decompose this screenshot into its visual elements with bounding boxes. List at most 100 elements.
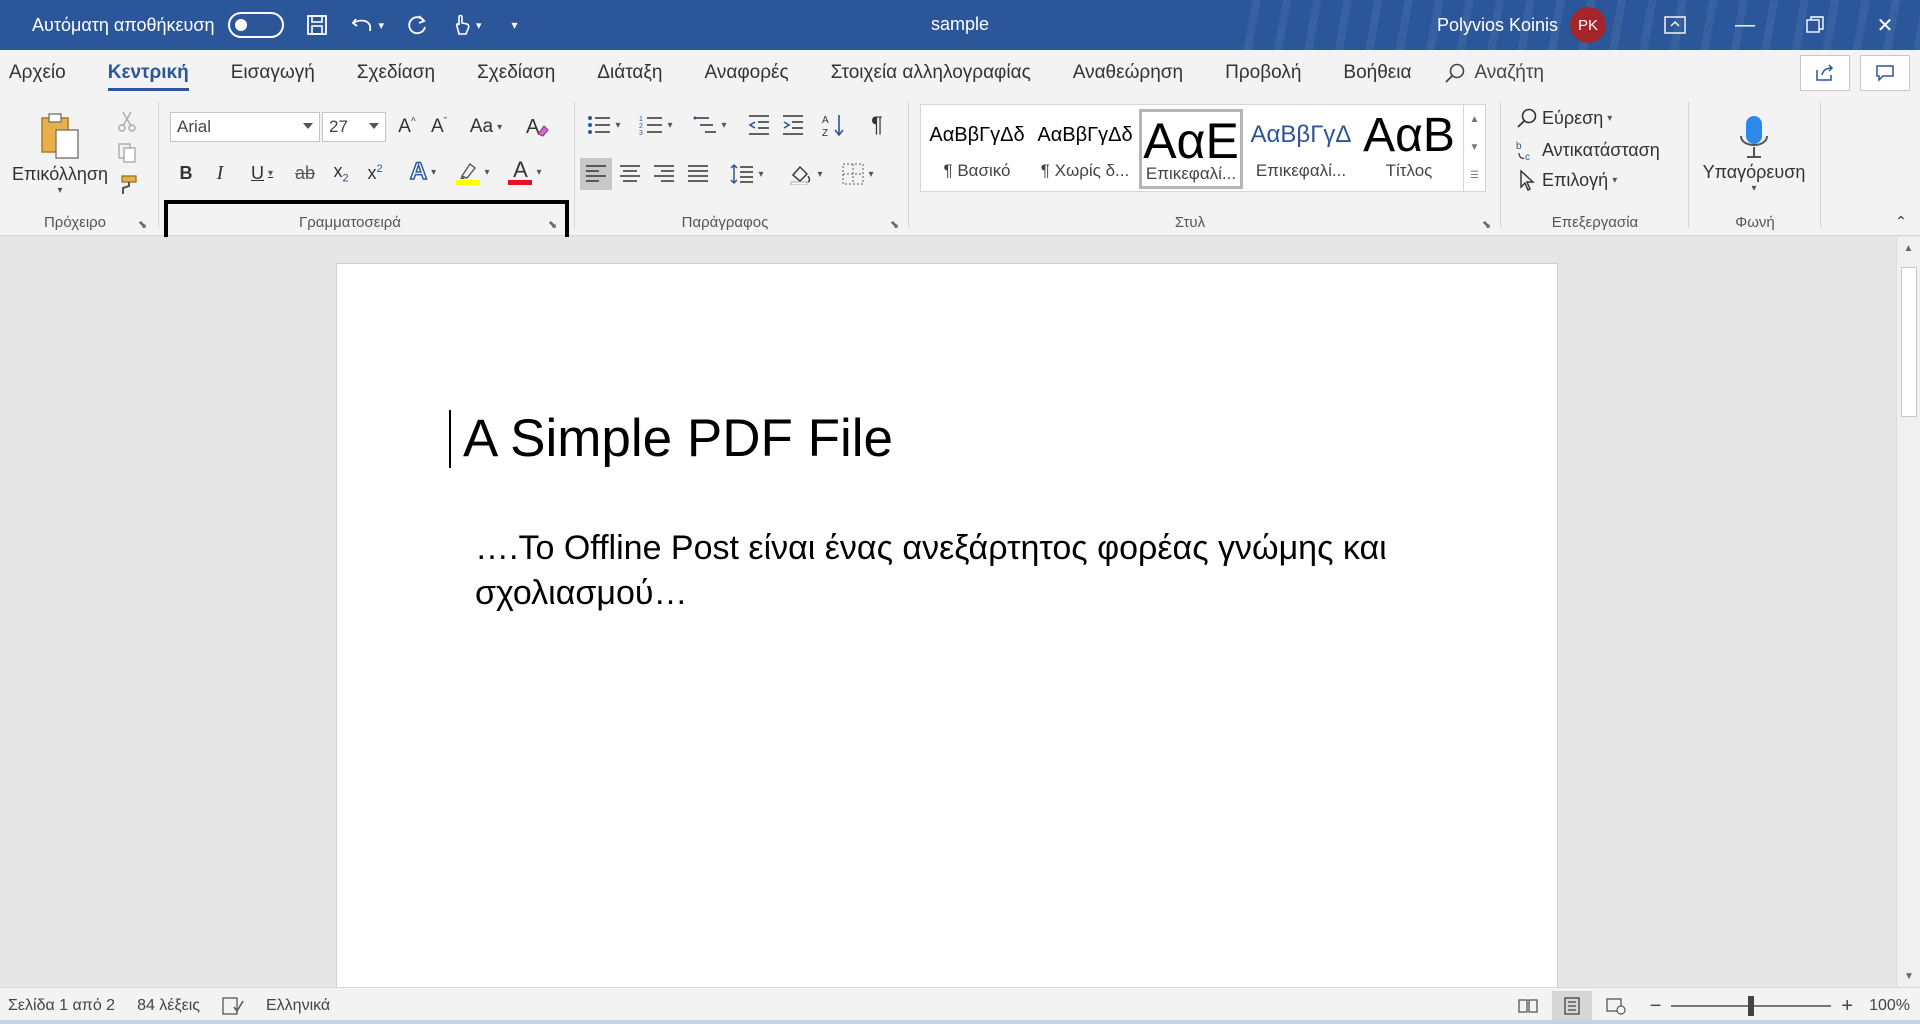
document-paragraph[interactable]: ….Το Offline Post είναι ένας ανεξάρτητος… (475, 526, 1435, 616)
tab-file[interactable]: Αρχείο (9, 50, 66, 96)
strikethrough-button[interactable]: ab (290, 158, 320, 188)
touch-mode-button[interactable]: ▾ (450, 7, 482, 43)
italic-button[interactable]: I (206, 158, 234, 188)
font-name-box[interactable]: Arial (170, 112, 320, 142)
shading-button[interactable]: ▾ (784, 158, 828, 190)
gallery-up-icon[interactable]: ▲ (1464, 105, 1485, 133)
superscript-button[interactable]: x2 (360, 158, 390, 188)
decrease-indent-button[interactable] (744, 110, 774, 140)
show-formatting-button[interactable]: ¶ (862, 110, 892, 140)
font-size-dropdown-icon[interactable] (369, 123, 379, 129)
scroll-up-icon[interactable]: ▲ (1897, 237, 1920, 259)
touch-dropdown-icon[interactable]: ▾ (476, 19, 482, 32)
zoom-in-icon[interactable]: + (1841, 995, 1853, 1018)
tab-home[interactable]: Κεντρική (107, 50, 189, 96)
sort-button[interactable]: AZ (818, 110, 850, 140)
read-mode-button[interactable] (1508, 991, 1548, 1021)
page-count[interactable]: Σελίδα 1 από 2 (8, 997, 115, 1015)
style-heading-2-sample: ΑαΒβΓγΔ (1250, 121, 1352, 148)
tab-help[interactable]: Βοήθεια (1343, 50, 1411, 96)
tab-view[interactable]: Προβολή (1225, 50, 1301, 96)
tab-review[interactable]: Αναθεώρηση (1073, 50, 1183, 96)
search-box[interactable]: Αναζήτη (1444, 62, 1544, 84)
style-heading-1[interactable]: ΑαΕ Επικεφαλί... (1139, 109, 1243, 189)
document-heading[interactable]: A Simple PDF File (463, 408, 893, 469)
language[interactable]: Ελληνικά (266, 997, 330, 1015)
change-case-button[interactable]: Aa ▾ (464, 112, 508, 142)
line-spacing-button[interactable]: ▾ (726, 158, 768, 190)
paragraph-launcher-icon[interactable]: ⬊ (890, 218, 899, 231)
style-normal[interactable]: ΑαΒβΓγΔδ ¶ Βασικό (925, 109, 1029, 189)
undo-dropdown-icon[interactable]: ▾ (378, 19, 384, 32)
avatar[interactable]: PK (1570, 7, 1606, 43)
cut-button[interactable] (112, 108, 142, 134)
redo-button[interactable] (402, 7, 432, 43)
select-button[interactable]: Επιλογή ▾ (1516, 166, 1617, 194)
justify-button[interactable] (682, 158, 714, 190)
borders-button[interactable]: ▾ (836, 158, 880, 190)
user-name[interactable]: Polyvios Koinis (1437, 15, 1558, 36)
tab-layout[interactable]: Διάταξη (597, 50, 662, 96)
gallery-down-icon[interactable]: ▼ (1464, 133, 1485, 161)
find-button[interactable]: Εύρεση ▾ (1516, 104, 1612, 132)
customize-qat-button[interactable]: ▾ (500, 7, 530, 43)
proofing-status[interactable] (222, 997, 244, 1015)
grow-font-button[interactable]: A^ (392, 112, 422, 142)
font-name-dropdown-icon[interactable] (303, 123, 313, 129)
zoom-slider-thumb[interactable] (1748, 996, 1755, 1016)
tab-insert[interactable]: Εισαγωγή (231, 50, 315, 96)
subscript-button[interactable]: x2 (326, 158, 356, 188)
save-button[interactable] (302, 7, 332, 43)
style-title[interactable]: ΑαΒ Τίτλος (1357, 109, 1461, 189)
numbering-button[interactable]: 1 2 3 ▾ (634, 110, 678, 140)
text-effects-button[interactable]: A ▾ (402, 156, 444, 188)
style-heading-2[interactable]: ΑαΒβΓγΔ Επικεφαλί... (1249, 109, 1353, 189)
restore-button[interactable] (1780, 0, 1850, 50)
undo-button[interactable]: ▾ (350, 7, 384, 43)
collapse-ribbon-button[interactable]: ⌃ (1890, 212, 1912, 230)
clipboard-launcher-icon[interactable]: ⬊ (138, 218, 147, 231)
format-painter-button[interactable] (112, 172, 142, 198)
print-layout-button[interactable] (1551, 991, 1592, 1021)
paste-button[interactable]: Επικόλληση ▾ (12, 104, 108, 204)
style-no-spacing[interactable]: ΑαΒβΓγΔδ ¶ Χωρίς δ... (1033, 109, 1137, 189)
highlight-color-button[interactable]: ▾ (450, 156, 496, 188)
comments-button[interactable] (1860, 55, 1910, 91)
word-count[interactable]: 84 λέξεις (137, 997, 200, 1015)
scroll-thumb[interactable] (1901, 267, 1917, 417)
minimize-button[interactable]: — (1710, 0, 1780, 50)
autosave-toggle[interactable] (228, 12, 285, 38)
zoom-slider[interactable] (1671, 996, 1832, 1016)
styles-launcher-icon[interactable]: ⬊ (1482, 218, 1491, 231)
tab-mailings[interactable]: Στοιχεία αλληλογραφίας (831, 50, 1031, 96)
bold-button[interactable]: B (172, 158, 200, 188)
ribbon-display-options-button[interactable] (1640, 0, 1710, 50)
underline-button[interactable]: U ▾ (240, 158, 284, 188)
zoom-level[interactable]: 100% (1869, 997, 1910, 1015)
increase-indent-button[interactable] (778, 110, 808, 140)
align-right-button[interactable] (648, 158, 680, 190)
tab-references[interactable]: Αναφορές (705, 50, 789, 96)
web-layout-button[interactable] (1596, 991, 1636, 1021)
document-page[interactable]: A Simple PDF File ….Το Offline Post είνα… (336, 263, 1558, 987)
multilevel-list-button[interactable]: ▾ (688, 110, 732, 140)
numbering-icon: 123 (639, 116, 663, 136)
font-size-box[interactable]: 27 (322, 112, 386, 142)
dictate-button[interactable]: Υπαγόρευση ▾ (1698, 104, 1810, 204)
tab-design[interactable]: Σχεδίαση (477, 50, 555, 96)
align-left-button[interactable] (580, 158, 612, 190)
zoom-out-icon[interactable]: − (1650, 995, 1662, 1018)
scroll-down-icon[interactable]: ▼ (1897, 965, 1920, 987)
font-color-button[interactable]: A ▾ (502, 156, 548, 188)
gallery-more-icon[interactable]: ☰ (1464, 161, 1485, 189)
clear-formatting-button[interactable]: A (522, 112, 552, 142)
close-button[interactable]: ✕ (1850, 0, 1920, 50)
copy-button[interactable] (112, 140, 142, 166)
align-center-button[interactable] (614, 158, 646, 190)
share-button[interactable] (1800, 55, 1850, 91)
shrink-font-button[interactable]: Aˇ (424, 112, 454, 142)
bullets-button[interactable]: ▾ (582, 110, 626, 140)
replace-button[interactable]: bc Αντικατάσταση (1516, 136, 1660, 164)
vertical-scrollbar[interactable]: ▲ ▼ (1896, 237, 1920, 987)
tab-draw[interactable]: Σχεδίαση (357, 50, 435, 96)
